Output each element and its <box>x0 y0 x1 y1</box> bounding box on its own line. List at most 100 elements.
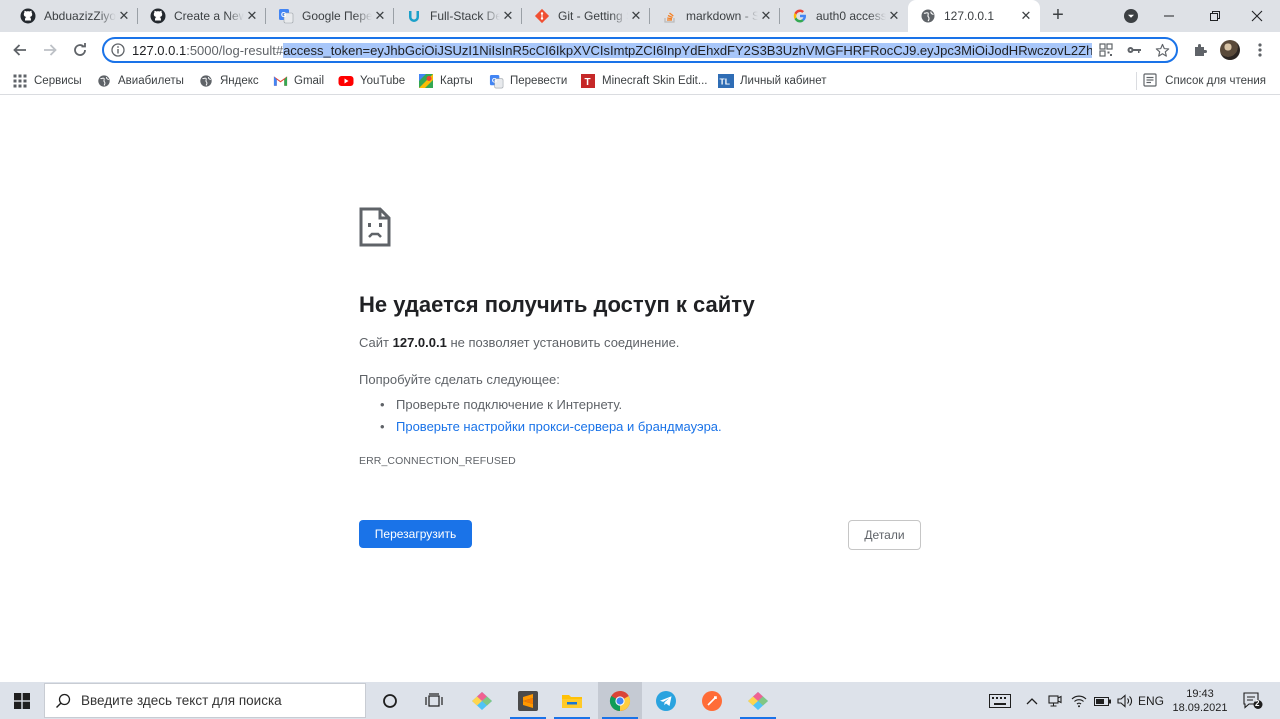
search-placeholder: Введите здесь текст для поиска <box>81 693 282 708</box>
tab-title: Full-Stack Developer <box>430 9 500 23</box>
extensions-button[interactable] <box>1186 37 1214 63</box>
youtube-icon <box>338 73 354 89</box>
tab-title: Git - Getting Started <box>558 9 628 23</box>
svg-text:T: T <box>585 77 591 88</box>
bookmark-flights[interactable]: Авиабилеты <box>96 71 184 91</box>
new-tab-button[interactable]: + <box>1046 4 1070 28</box>
tray-volume[interactable] <box>1114 682 1136 719</box>
close-icon[interactable]: ✕ <box>1018 8 1034 24</box>
refresh-icon <box>74 43 86 56</box>
tab-git[interactable]: Git - Getting Started ✕ <box>522 0 650 32</box>
tab-title: 127.0.0.1 <box>944 9 995 23</box>
taskbar-clock[interactable]: 19:43 18.09.2021 <box>1168 682 1232 719</box>
more-vert-icon <box>1258 43 1262 57</box>
sad-page-icon <box>359 207 391 247</box>
app-diamond-icon <box>472 691 492 710</box>
tab-markdown[interactable]: markdown - Stack Overflow ✕ <box>650 0 780 32</box>
bookmark-label: Сервисы <box>34 75 82 87</box>
taskbar-app-chrome[interactable] <box>598 682 642 719</box>
reload-button[interactable] <box>66 36 94 64</box>
bookmark-label: Авиабилеты <box>118 75 184 87</box>
proxy-settings-link[interactable]: Проверьте настройки прокси-сервера и бра… <box>396 419 722 434</box>
info-icon[interactable] <box>104 39 132 61</box>
tab-title: Create a New Repository <box>174 9 244 23</box>
bookmark-gmail[interactable]: Gmail <box>272 71 324 91</box>
tab-title: markdown - Stack Overflow <box>686 9 758 23</box>
taskbar-search[interactable]: Введите здесь текст для поиска <box>44 683 366 718</box>
tab-localhost[interactable]: 127.0.0.1 ✕ <box>908 0 1040 32</box>
profile-button[interactable] <box>1216 37 1244 63</box>
close-window-button[interactable] <box>1234 0 1280 32</box>
bookmark-cabinet[interactable]: TL Личный кабинет <box>718 71 827 91</box>
arrow-right-icon <box>44 44 57 56</box>
list-item: • Проверьте настройки прокси-сервера и бр… <box>380 418 722 434</box>
tray-language[interactable]: ENG <box>1136 682 1166 719</box>
close-icon[interactable]: ✕ <box>628 8 644 24</box>
star-icon[interactable] <box>1148 39 1176 61</box>
apps-grid-icon <box>12 73 28 89</box>
minimize-button[interactable] <box>1146 0 1192 32</box>
details-button[interactable]: Детали <box>848 520 921 550</box>
taskbar-app-gitkraken-2[interactable] <box>736 682 780 719</box>
bookmark-label: Карты <box>440 75 473 87</box>
restore-button[interactable] <box>1192 0 1238 32</box>
forward-button[interactable] <box>36 36 64 64</box>
bookmark-services[interactable]: Сервисы <box>12 71 82 91</box>
bookmark-maps[interactable]: Карты <box>418 71 473 91</box>
qr-code-icon[interactable] <box>1092 39 1120 61</box>
tab-auth0[interactable]: auth0 access token ✕ <box>780 0 908 32</box>
start-button[interactable] <box>0 682 44 719</box>
google-translate-icon: G <box>488 73 504 89</box>
tab-title: Google Переводчик <box>302 9 372 23</box>
key-icon[interactable] <box>1120 39 1148 61</box>
close-icon[interactable]: ✕ <box>372 8 388 24</box>
tab-fullstack[interactable]: Full-Stack Developer ✕ <box>394 0 522 32</box>
bookmark-translate[interactable]: G Перевести <box>488 71 567 91</box>
menu-button[interactable] <box>1246 37 1274 63</box>
tray-meet-now[interactable] <box>1044 682 1066 719</box>
taskbar-app-gitkraken[interactable] <box>460 682 504 719</box>
error-title: Не удается получить доступ к сайту <box>359 292 755 317</box>
bookmark-minecraft[interactable]: T Minecraft Skin Edit... <box>580 71 707 91</box>
reading-list-button[interactable]: Список для чтения <box>1143 71 1266 91</box>
tray-show-hidden[interactable] <box>1022 682 1042 719</box>
clock-time: 19:43 <box>1186 687 1214 700</box>
close-icon[interactable]: ✕ <box>116 8 132 24</box>
try-heading: Попробуйте сделать следующее: <box>359 372 560 387</box>
bookmark-youtube[interactable]: YouTube <box>338 71 405 91</box>
taskbar-app-sublime[interactable] <box>506 682 550 719</box>
close-icon[interactable]: ✕ <box>886 8 902 24</box>
notification-center-button[interactable]: 2 <box>1236 682 1270 719</box>
tab-create-repo[interactable]: Create a New Repository ✕ <box>138 0 266 32</box>
tab-github-profile[interactable]: AbduazizZiyodov ✕ <box>8 0 138 32</box>
task-view-button[interactable] <box>368 682 412 719</box>
task-view-icon <box>425 692 443 707</box>
arrow-left-icon <box>13 44 26 56</box>
tray-keyboard[interactable] <box>986 682 1014 719</box>
error-code: ERR_CONNECTION_REFUSED <box>359 455 516 467</box>
taskview-button[interactable] <box>412 682 456 719</box>
close-icon[interactable]: ✕ <box>244 8 260 24</box>
tab-google-translate[interactable]: G Google Переводчик ✕ <box>266 0 394 32</box>
bookmark-yandex[interactable]: Яндекс <box>198 71 259 91</box>
taskbar-app-explorer[interactable] <box>550 682 594 719</box>
windows-icon <box>14 692 30 709</box>
close-icon[interactable]: ✕ <box>758 8 774 24</box>
address-bar[interactable]: 127.0.0.1:5000/log-result# access_token=e… <box>102 37 1178 63</box>
restore-icon <box>1210 11 1220 21</box>
url-text[interactable]: 127.0.0.1:5000/log-result# access_token=e… <box>132 42 1092 58</box>
tab-title: AbduazizZiyodov <box>44 9 116 23</box>
chrome-icon <box>609 690 631 711</box>
tray-battery[interactable] <box>1092 682 1114 719</box>
battery-icon <box>1094 696 1111 706</box>
close-icon[interactable]: ✕ <box>500 8 516 24</box>
back-button[interactable] <box>6 36 34 64</box>
tray-wifi[interactable] <box>1068 682 1090 719</box>
error-host: 127.0.0.1 <box>392 335 447 350</box>
maps-icon <box>418 73 434 89</box>
taskbar-app-telegram[interactable] <box>644 682 688 719</box>
reload-page-button[interactable]: Перезагрузить <box>359 520 472 548</box>
taskbar-app-postman[interactable] <box>690 682 734 719</box>
globe-icon <box>198 73 214 89</box>
folder-icon <box>562 694 582 708</box>
